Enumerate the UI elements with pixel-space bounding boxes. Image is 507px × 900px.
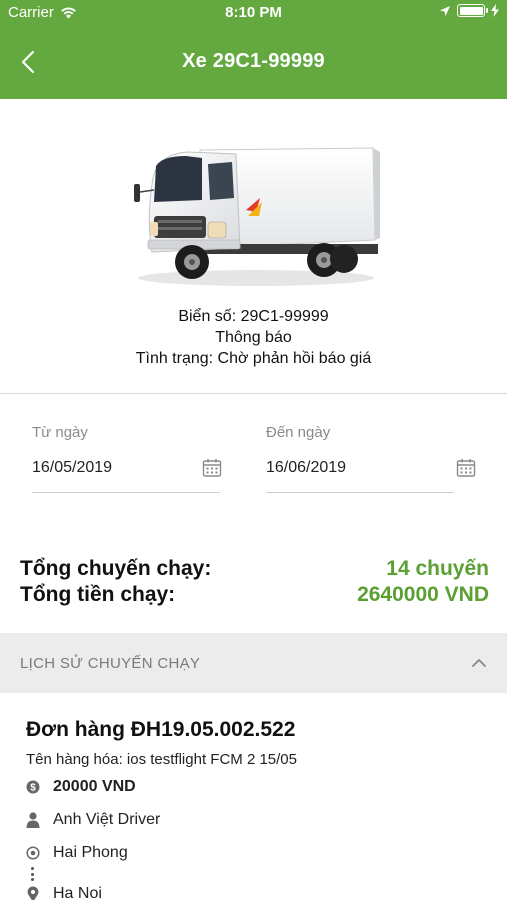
- calendar-icon[interactable]: [202, 458, 222, 478]
- plate-number: Biển số: 29C1-99999: [178, 308, 329, 325]
- order-title: Đơn hàng ĐH19.05.002.522: [26, 718, 296, 741]
- total-trips-label: Tổng chuyến chạy:: [20, 557, 212, 580]
- to-date-row[interactable]: 16/06/2019: [266, 456, 476, 480]
- location-arrow-icon: [440, 5, 450, 16]
- total-trips-value: 14 chuyến: [386, 557, 489, 580]
- from-date-field[interactable]: Từ ngày 16/05/2019: [32, 424, 222, 493]
- from-date-underline: [32, 492, 220, 493]
- calendar-icon[interactable]: [456, 458, 476, 478]
- charging-bolt-icon: [491, 4, 499, 17]
- from-date-row[interactable]: 16/05/2019: [32, 456, 222, 480]
- order-driver: Anh Việt Driver: [53, 811, 161, 828]
- order-driver-row: Anh Việt Driver: [26, 809, 486, 831]
- vehicle-status: Tình trạng: Chờ phản hồi báo giá: [135, 350, 372, 367]
- total-trips-row: Tổng chuyến chạy: 14 chuyến: [20, 556, 489, 582]
- to-date-underline: [266, 492, 454, 493]
- route-dots: [31, 867, 34, 881]
- order-card[interactable]: Đơn hàng ĐH19.05.002.522 Tên hàng hóa: i…: [26, 718, 486, 900]
- order-origin: Hai Phong: [53, 844, 128, 861]
- status-time: 8:10 PM: [225, 4, 282, 21]
- battery-fill: [459, 6, 483, 15]
- vehicle-info: Biển số: 29C1-99999 Thông báo Tình trạng…: [0, 306, 507, 369]
- divider: [0, 393, 507, 394]
- person-icon: [26, 812, 40, 828]
- map-pin-icon: [26, 886, 40, 900]
- to-date-field[interactable]: Đến ngày 16/06/2019: [266, 424, 476, 493]
- battery-icon: [457, 4, 488, 17]
- to-date-label: Đến ngày: [266, 424, 331, 441]
- svg-text:$: $: [30, 783, 36, 794]
- page-title: Xe 29C1-99999: [182, 50, 325, 72]
- notice-text: Thông báo: [215, 329, 292, 346]
- trip-history-title: LỊCH SỬ CHUYẾN CHẠY: [20, 654, 201, 672]
- chevron-up-icon[interactable]: [471, 658, 487, 668]
- totals-summary: Tổng chuyến chạy: 14 chuyến Tổng tiền ch…: [20, 556, 489, 608]
- trip-history-header[interactable]: LỊCH SỬ CHUYẾN CHẠY: [0, 633, 507, 693]
- to-date-value: 16/06/2019: [266, 459, 347, 476]
- from-date-value: 16/05/2019: [32, 459, 113, 476]
- order-price: 20000 VND: [53, 778, 136, 795]
- origin-target-icon: [26, 846, 40, 860]
- order-goods: Tên hàng hóa: ios testflight FCM 2 15/05: [26, 751, 297, 768]
- total-amount-value: 2640000 VND: [357, 583, 489, 606]
- status-bar: Carrier 8:10 PM: [0, 0, 507, 26]
- total-amount-label: Tổng tiền chạy:: [20, 583, 176, 606]
- dollar-circle-icon: $: [26, 780, 40, 794]
- status-right: [439, 4, 499, 17]
- truck-image: [128, 140, 380, 290]
- nav-bar: Xe 29C1-99999: [0, 26, 507, 99]
- order-price-row: $ 20000 VND: [26, 776, 486, 798]
- from-date-label: Từ ngày: [32, 424, 88, 441]
- order-destination-row: Ha Noi: [26, 883, 486, 900]
- order-destination: Ha Noi: [53, 885, 102, 900]
- order-origin-row: Hai Phong: [26, 842, 486, 864]
- total-amount-row: Tổng tiền chạy: 2640000 VND: [20, 582, 489, 608]
